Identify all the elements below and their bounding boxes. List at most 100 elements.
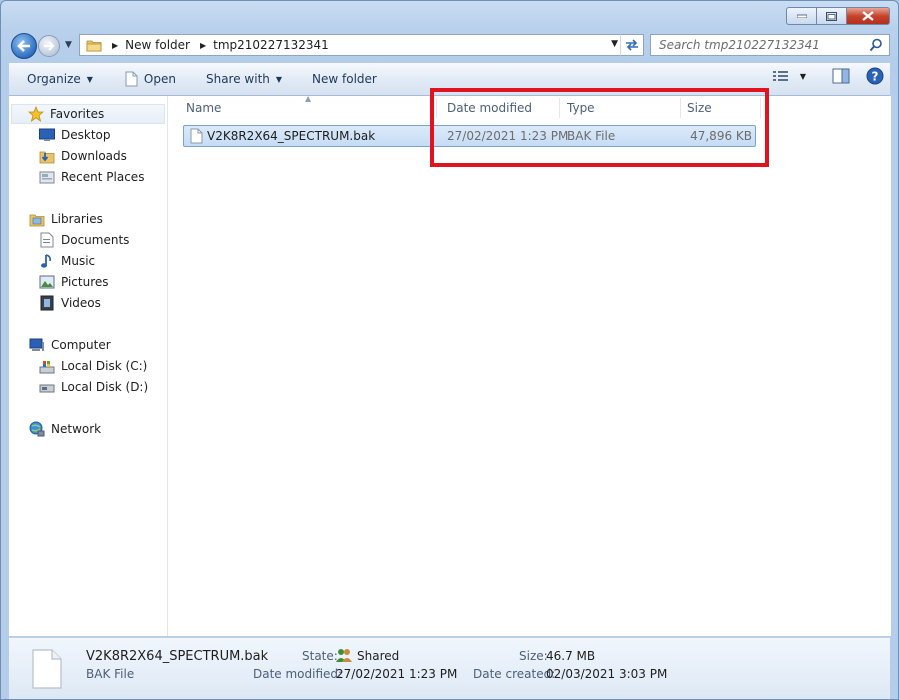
help-icon[interactable]: ? [866, 67, 884, 85]
breadcrumb-new-folder[interactable]: New folder [125, 38, 190, 52]
sidebar-item-label: Desktop [61, 128, 111, 142]
details-pane: V2K8R2X64_SPECTRUM.bak BAK File State: S… [9, 637, 890, 699]
breadcrumb-chevron-icon[interactable]: ▶ [112, 41, 118, 50]
recent-places-icon [39, 169, 55, 185]
details-date-modified-value: 27/02/2021 1:23 PM [336, 667, 458, 681]
details-filename: V2K8R2X64_SPECTRUM.bak [86, 649, 269, 664]
search-input[interactable] [657, 37, 861, 53]
recent-pages-dropdown-icon[interactable]: ▼ [65, 40, 72, 50]
libraries-icon [29, 211, 45, 227]
sidebar-item-desktop[interactable]: Desktop [39, 125, 111, 145]
details-state-label: State: [302, 649, 338, 663]
chevron-down-icon[interactable]: ▼ [800, 72, 806, 81]
column-header-name[interactable]: Name [186, 96, 431, 120]
sidebar-item-documents[interactable]: Documents [39, 230, 129, 250]
column-header-label: Date modified [447, 101, 533, 115]
navigation-bar: ▼ ▶ New folder ▶ tmp210227132341 ▼ [9, 31, 890, 59]
column-divider[interactable] [680, 98, 681, 118]
preview-pane-icon[interactable] [832, 68, 850, 84]
forward-arrow-icon [44, 41, 55, 51]
close-button[interactable] [846, 7, 890, 25]
music-note-icon [39, 253, 55, 269]
explorer-window: ▼ ▶ New folder ▶ tmp210227132341 ▼ Organ… [0, 0, 899, 700]
sidebar-item-libraries[interactable]: Libraries [29, 209, 103, 229]
column-divider[interactable] [760, 98, 761, 118]
sidebar-item-downloads[interactable]: Downloads [39, 146, 127, 166]
videos-icon [39, 295, 55, 311]
chevron-down-icon: ▼ [86, 74, 93, 84]
local-disk-c-icon [39, 358, 55, 374]
star-icon [28, 106, 44, 122]
sidebar-item-local-disk-c[interactable]: Local Disk (C:) [39, 356, 147, 376]
sidebar-item-music[interactable]: Music [39, 251, 95, 271]
chevron-down-icon: ▼ [275, 74, 283, 84]
column-header-size[interactable]: Size [687, 96, 757, 120]
file-name: V2K8R2X64_SPECTRUM.bak [207, 129, 376, 143]
view-options-icon[interactable]: ▼ [772, 69, 806, 83]
column-header-type[interactable]: Type [567, 96, 677, 120]
svg-text:?: ? [872, 70, 879, 84]
details-state-value: Shared [357, 649, 400, 663]
search-box[interactable] [650, 34, 890, 56]
sidebar-item-label: Downloads [61, 149, 127, 163]
address-dropdown-icon[interactable]: ▼ [611, 39, 618, 49]
sidebar-item-label: Local Disk (C:) [61, 359, 148, 373]
breadcrumb-current-folder[interactable]: tmp210227132341 [213, 38, 329, 52]
file-icon [190, 128, 203, 147]
open-button[interactable]: Open [103, 67, 186, 91]
sidebar-item-network[interactable]: Network [29, 419, 101, 439]
details-filetype: BAK File [86, 667, 135, 681]
column-header-date-modified[interactable]: Date modified [447, 96, 557, 120]
sidebar-item-local-disk-d[interactable]: Local Disk (D:) [39, 377, 148, 397]
organize-button[interactable]: Organize ▼ [9, 67, 103, 91]
forward-button[interactable] [38, 35, 60, 57]
details-date-modified-label: Date modified: [253, 667, 343, 681]
maximize-icon [826, 11, 837, 21]
column-divider[interactable] [559, 98, 560, 118]
breadcrumb-chevron-icon[interactable]: ▶ [200, 41, 206, 50]
navigation-pane: Favorites Desktop Downloads Recent Place… [9, 96, 168, 636]
shared-users-icon [336, 647, 352, 666]
refresh-button[interactable] [620, 34, 644, 56]
sidebar-item-label: Computer [51, 338, 111, 352]
minimize-button[interactable] [786, 7, 816, 25]
desktop-icon [39, 127, 55, 143]
sidebar-item-pictures[interactable]: Pictures [39, 272, 109, 292]
file-list-pane: ▲ Name Date modified Type Size V2K8R2X64… [168, 94, 891, 636]
minimize-icon [796, 14, 807, 18]
pictures-icon [39, 274, 55, 290]
back-arrow-icon [17, 40, 30, 52]
sidebar-item-label: Local Disk (D:) [61, 380, 149, 394]
refresh-icon [626, 39, 638, 51]
column-header-label: Name [186, 101, 222, 115]
sidebar-item-label: Pictures [61, 275, 109, 289]
sidebar-item-label: Music [61, 254, 96, 268]
details-date-created-label: Date created: [473, 667, 556, 681]
sidebar-item-videos[interactable]: Videos [39, 293, 101, 313]
command-bar: Organize ▼ Open Share with ▼ New folder … [9, 63, 890, 96]
sidebar-item-computer[interactable]: Computer [29, 335, 111, 355]
sidebar-item-favorites[interactable]: Favorites [11, 104, 165, 124]
folder-icon [86, 38, 102, 52]
organize-label: Organize [27, 72, 81, 86]
search-icon[interactable] [869, 38, 883, 55]
column-divider[interactable] [436, 98, 437, 118]
file-icon [125, 71, 138, 87]
large-file-icon [31, 648, 63, 693]
file-row[interactable]: V2K8R2X64_SPECTRUM.bak 27/02/2021 1:23 P… [183, 125, 756, 147]
view-controls: ▼ ? [772, 67, 884, 85]
details-date-created-value: 02/03/2021 3:03 PM [546, 667, 668, 681]
sidebar-item-recent-places[interactable]: Recent Places [39, 167, 144, 187]
share-with-button[interactable]: Share with ▼ [186, 67, 292, 91]
sidebar-item-label: Libraries [51, 212, 103, 226]
new-folder-button[interactable]: New folder [292, 67, 387, 91]
sidebar-item-label: Documents [61, 233, 130, 247]
details-size-label: Size: [519, 649, 548, 663]
column-header-label: Size [687, 101, 712, 115]
maximize-button[interactable] [816, 7, 846, 25]
sidebar-item-label: Favorites [50, 107, 105, 121]
address-bar[interactable]: ▶ New folder ▶ tmp210227132341 ▼ [79, 34, 623, 56]
back-button[interactable] [11, 33, 37, 59]
sidebar-item-label: Network [51, 422, 102, 436]
column-header-label: Type [567, 101, 595, 115]
